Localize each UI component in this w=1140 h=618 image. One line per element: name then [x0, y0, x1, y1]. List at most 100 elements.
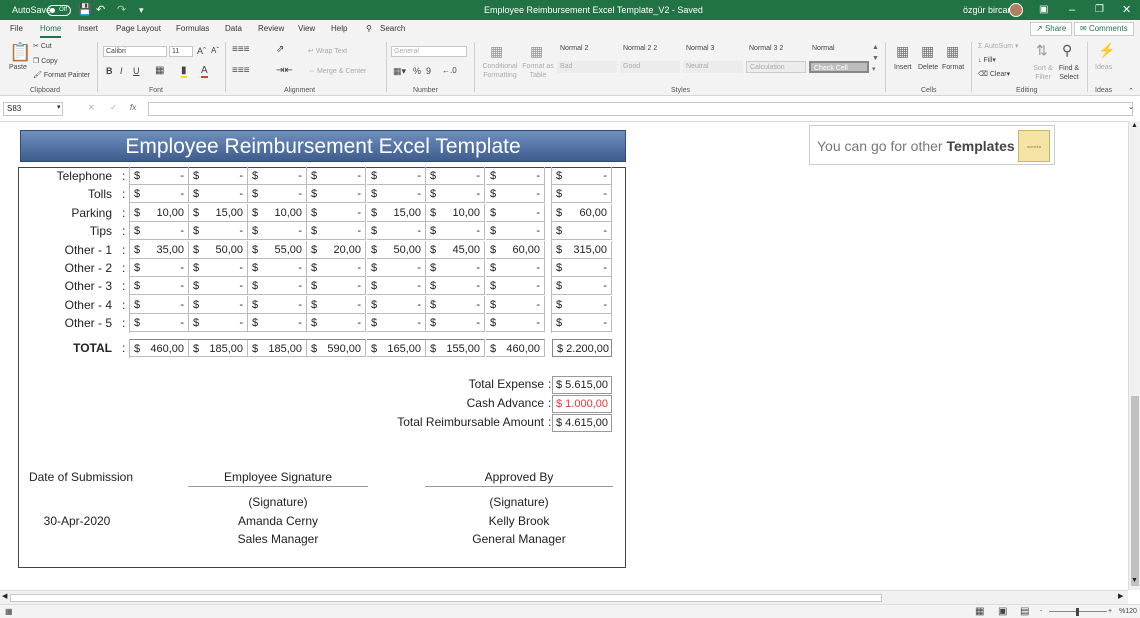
cancel-icon[interactable]: ✕ — [88, 103, 95, 112]
expense-cell[interactable]: $ - — [486, 259, 545, 277]
total-reimbursable-value[interactable]: $ 4.615,00 — [552, 414, 612, 432]
expense-cell[interactable]: $10,00 — [426, 203, 485, 222]
approver-title[interactable]: General Manager — [425, 532, 613, 546]
expense-cell[interactable]: $ - — [307, 185, 366, 204]
ideas-icon[interactable]: ⚡ — [1098, 42, 1115, 59]
row-total-cell[interactable]: $315,00 — [552, 240, 612, 259]
row-total-cell[interactable]: $ - — [552, 222, 612, 241]
expense-cell[interactable]: $ - — [189, 277, 248, 296]
user-name[interactable]: özgür bircan — [963, 0, 1013, 20]
find-select-button[interactable]: Find & Select — [1055, 64, 1083, 82]
expense-cell[interactable]: $ - — [307, 277, 366, 296]
scroll-up-icon[interactable]: ▲ — [1131, 122, 1138, 129]
style-good[interactable]: Good — [620, 61, 680, 73]
copy-button[interactable]: ❐ Copy — [33, 57, 58, 65]
scroll-right-icon[interactable]: ▶ — [1118, 592, 1123, 600]
name-box[interactable]: S83 — [3, 102, 63, 116]
save-icon[interactable]: 💾 — [78, 0, 92, 20]
minimize-icon[interactable]: – — [1069, 0, 1075, 20]
total-cell[interactable]: $185,00 — [189, 338, 248, 357]
horizontal-scroll-thumb[interactable] — [10, 594, 882, 602]
format-as-table-icon[interactable]: ▦ — [530, 43, 543, 60]
expense-cell[interactable]: $ - — [130, 167, 189, 185]
ideas-button[interactable]: Ideas — [1095, 64, 1112, 71]
expense-cell[interactable]: $ - — [189, 222, 248, 241]
employee-name[interactable]: Amanda Cerny — [188, 514, 368, 528]
name-box-dropdown-icon[interactable]: ▾ — [57, 103, 61, 111]
total-cell[interactable]: $590,00 — [307, 338, 366, 357]
row-total-cell[interactable]: $ - — [552, 185, 612, 204]
expense-cell[interactable]: $ - — [426, 185, 485, 204]
expense-cell[interactable]: $ - — [307, 259, 366, 277]
sheet-grid[interactable]: Employee Reimbursement Excel Template Yo… — [0, 121, 1128, 590]
fill-button[interactable]: ↓ Fill▾ — [978, 56, 996, 64]
percent-button[interactable]: % — [413, 66, 421, 76]
decrease-font-icon[interactable]: Aˇ — [211, 46, 219, 55]
expense-cell[interactable]: $ - — [248, 295, 307, 314]
expense-cell[interactable]: $ - — [189, 314, 248, 333]
expense-cell[interactable]: $ - — [426, 167, 485, 185]
increase-font-icon[interactable]: Aˆ — [197, 46, 206, 56]
expense-cell[interactable]: $ - — [486, 222, 545, 241]
expense-cell[interactable]: $ - — [486, 203, 545, 222]
expense-cell[interactable]: $10,00 — [130, 203, 189, 222]
paste-icon[interactable]: 📋 — [9, 42, 31, 63]
total-cell[interactable]: $460,00 — [486, 338, 545, 357]
orientation-icon[interactable]: ⇗ — [276, 44, 284, 55]
expense-cell[interactable]: $ - — [130, 185, 189, 204]
expense-cell[interactable]: $ - — [486, 185, 545, 204]
expense-cell[interactable]: $35,00 — [130, 240, 189, 259]
expense-cell[interactable]: $ - — [367, 314, 426, 333]
expense-cell[interactable]: $ - — [367, 185, 426, 204]
restore-icon[interactable]: ❐ — [1095, 0, 1104, 20]
approver-signature[interactable]: (Signature) — [425, 495, 613, 509]
fill-color-icon[interactable]: ▮ — [181, 65, 187, 78]
paste-button[interactable]: Paste — [9, 64, 27, 71]
page-break-view-icon[interactable]: ▤ — [1020, 605, 1029, 618]
format-as-table-button[interactable]: Format as Table — [522, 62, 554, 80]
expense-cell[interactable]: $50,00 — [367, 240, 426, 259]
tab-file[interactable]: File — [10, 20, 23, 38]
redo-icon[interactable]: ↷ — [117, 0, 126, 20]
search-box[interactable]: Search — [380, 20, 405, 38]
tab-insert[interactable]: Insert — [78, 20, 98, 38]
format-cells-icon[interactable]: ▦ — [946, 43, 959, 60]
expense-cell[interactable]: $ - — [307, 295, 366, 314]
style-normal-3[interactable]: Normal 3 — [683, 43, 743, 55]
grand-total-cell[interactable]: $ 2.200,00 — [552, 338, 612, 357]
expense-cell[interactable]: $ - — [189, 185, 248, 204]
enter-icon[interactable]: ✓ — [110, 103, 117, 112]
expense-cell[interactable]: $ - — [189, 167, 248, 185]
tab-formulas[interactable]: Formulas — [176, 20, 209, 38]
row-total-cell[interactable]: $ - — [552, 277, 612, 296]
comma-button[interactable]: 9 — [426, 66, 431, 76]
expense-cell[interactable]: $ - — [367, 222, 426, 241]
total-cell[interactable]: $460,00 — [130, 338, 189, 357]
expense-cell[interactable]: $ - — [307, 167, 366, 185]
bold-button[interactable]: B — [106, 66, 113, 76]
expense-cell[interactable]: $ - — [307, 314, 366, 333]
total-cell[interactable]: $155,00 — [426, 338, 485, 357]
delete-cells-button[interactable]: Delete — [918, 64, 938, 71]
expense-cell[interactable]: $ - — [486, 167, 545, 185]
expense-cell[interactable]: $ - — [367, 167, 426, 185]
styles-scroll-icon[interactable]: ▲ ▼ ▾ — [872, 42, 879, 75]
tab-review[interactable]: Review — [258, 20, 284, 38]
expense-cell[interactable]: $ - — [426, 314, 485, 333]
expense-cell[interactable]: $20,00 — [307, 240, 366, 259]
style-bad[interactable]: Bad — [557, 61, 617, 73]
style-normal-3-2[interactable]: Normal 3 2 — [746, 43, 806, 55]
style-normal-2-2[interactable]: Normal 2 2 — [620, 43, 680, 55]
decimal-icon[interactable]: ←.0 — [442, 66, 457, 75]
expense-cell[interactable]: $ - — [130, 259, 189, 277]
format-cells-button[interactable]: Format — [942, 64, 964, 71]
cut-button[interactable]: ✂ Cut — [33, 42, 52, 50]
total-cell[interactable]: $165,00 — [367, 338, 426, 357]
expense-cell[interactable]: $ - — [248, 167, 307, 185]
expense-cell[interactable]: $ - — [367, 295, 426, 314]
zoom-out-button[interactable]: - — [1040, 605, 1042, 618]
expense-cell[interactable]: $ - — [189, 259, 248, 277]
expense-cell[interactable]: $60,00 — [486, 240, 545, 259]
style-calculation[interactable]: Calculation — [746, 61, 806, 73]
autosave-toggle[interactable]: Off — [47, 0, 71, 20]
